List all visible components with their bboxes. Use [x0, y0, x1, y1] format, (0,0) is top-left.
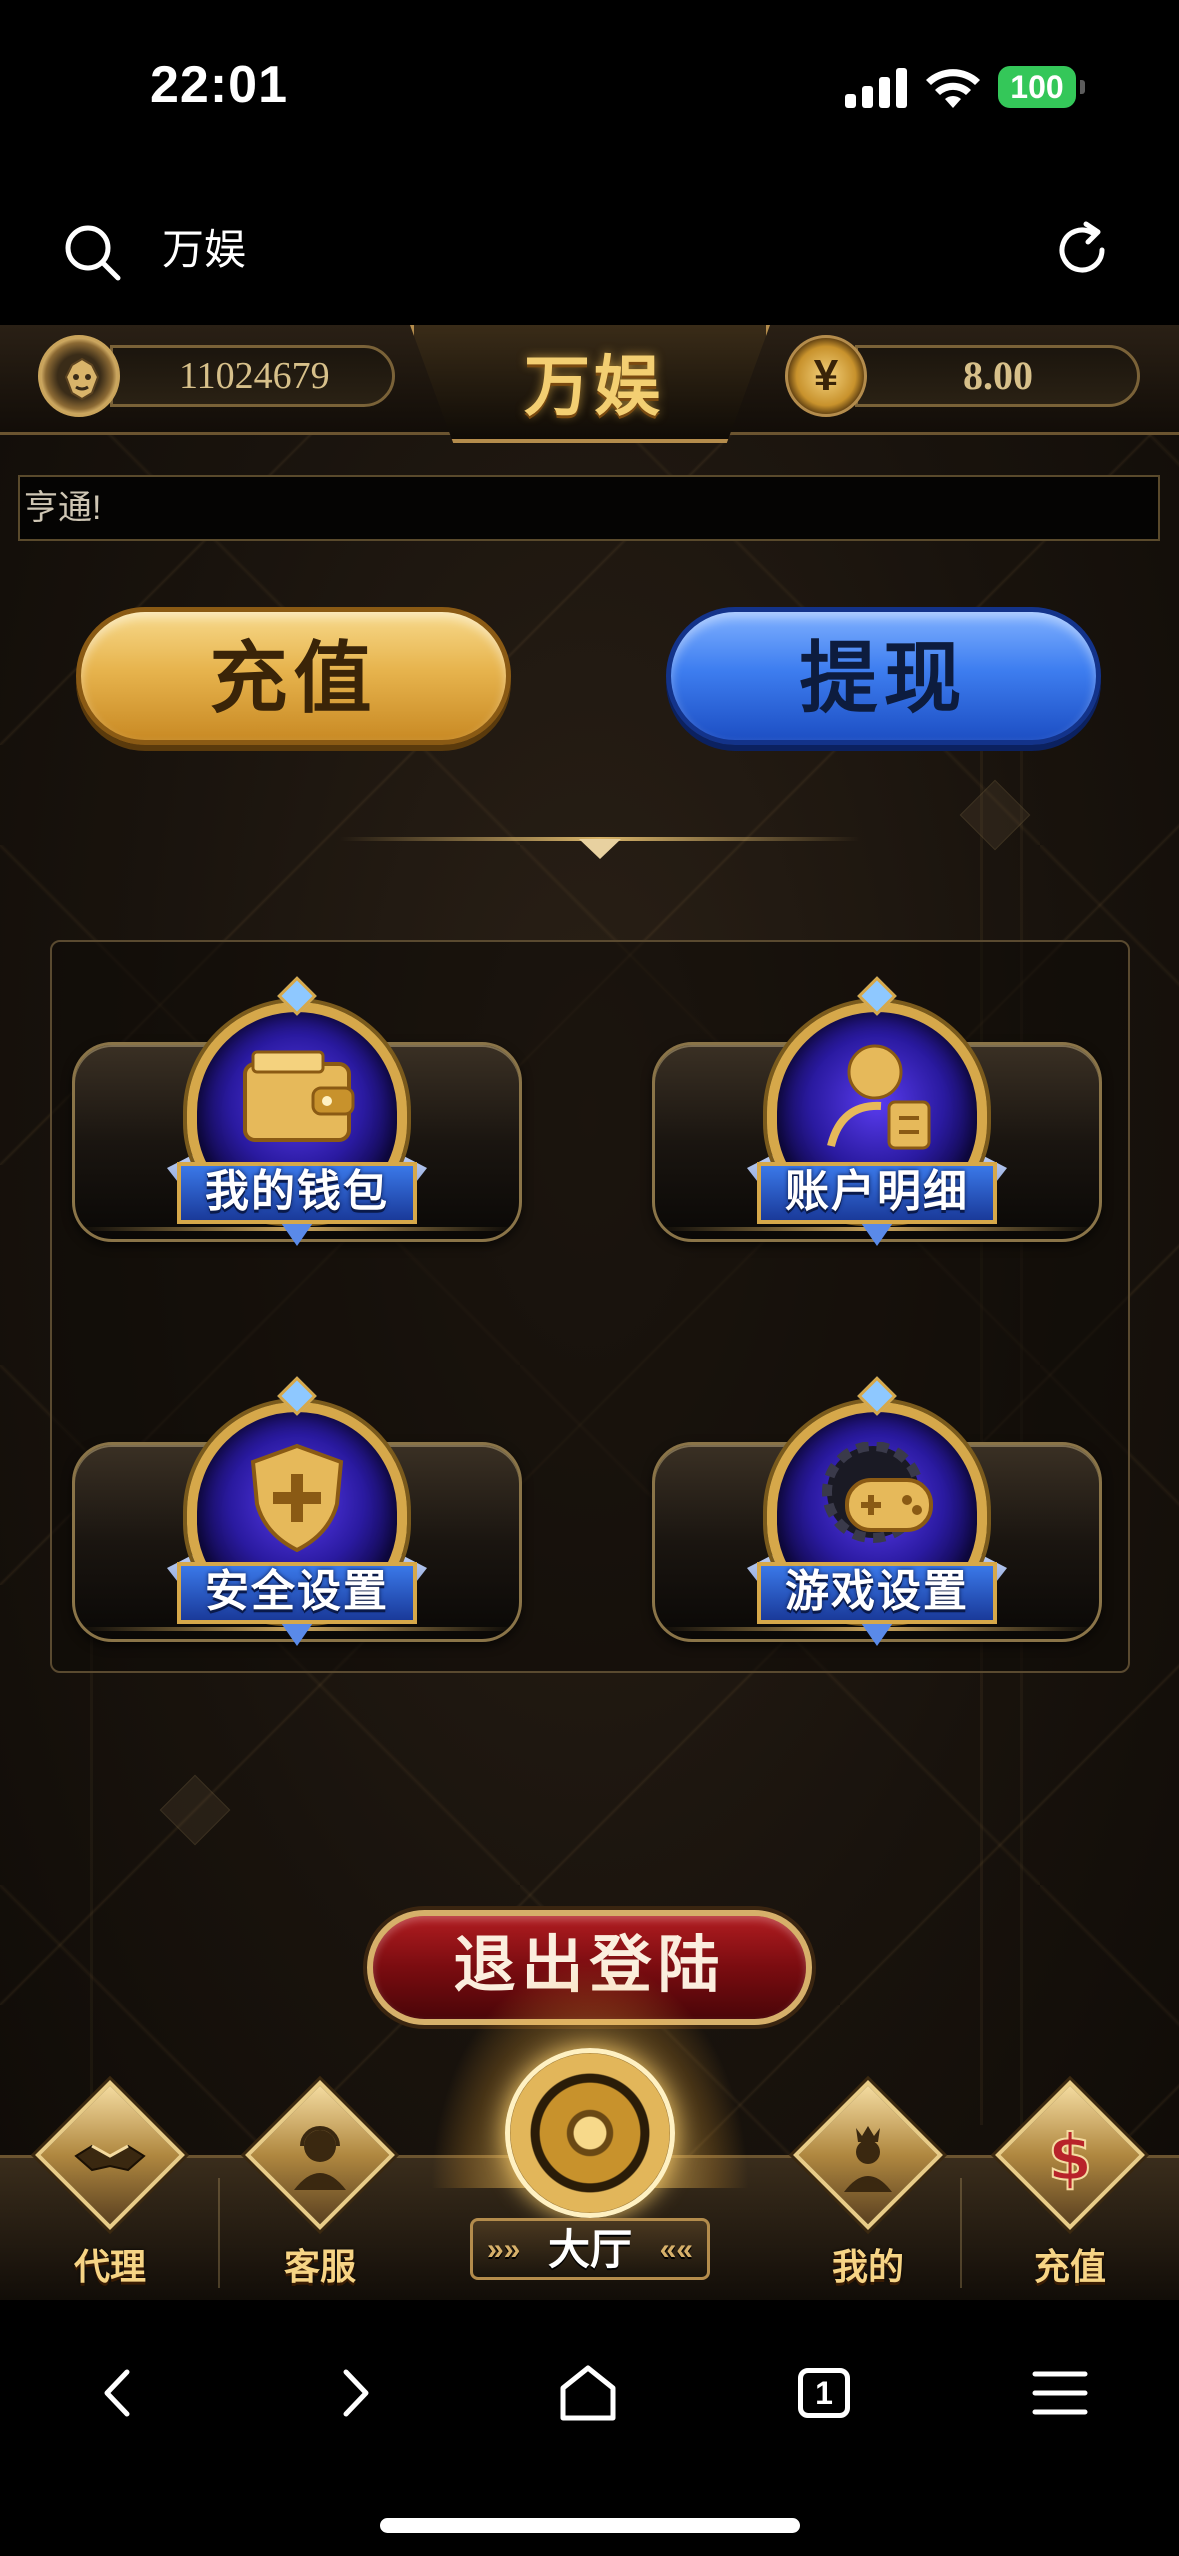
- tabs-button[interactable]: 1: [798, 2368, 868, 2438]
- withdraw-button[interactable]: 提现: [666, 607, 1101, 745]
- menu-icon[interactable]: [1025, 2358, 1095, 2428]
- security-shield-icon: [250, 1443, 344, 1552]
- menu-item-label: 游戏设置: [757, 1562, 997, 1624]
- nav-item-recharge[interactable]: $ 充值: [975, 2080, 1145, 2300]
- nav-label: 客服: [283, 2246, 356, 2287]
- handshake-icon: [74, 2144, 146, 2172]
- menu-badge: 我的钱包: [167, 976, 427, 1262]
- menu-item-game-settings[interactable]: 游戏设置: [652, 1376, 1102, 1646]
- tab-count: 1: [798, 2368, 850, 2418]
- forward-icon[interactable]: [318, 2358, 388, 2428]
- game-screen: 11024679 万娱 8.00 ¥ 亨通! 充值 提现 我的钱包 账户明细 安…: [0, 325, 1179, 2300]
- menu-item-label: 安全设置: [177, 1562, 417, 1624]
- roulette-icon: [505, 2048, 675, 2218]
- yuan-coin-icon: ¥: [785, 335, 867, 417]
- nav-item-agent[interactable]: 代理: [15, 2080, 185, 2300]
- chevrons-icon: ««: [659, 2233, 693, 2266]
- browser-address-bar: 万娱: [0, 170, 1179, 325]
- user-id: 11024679: [179, 355, 330, 397]
- nav-label: 充值: [1033, 2246, 1106, 2287]
- nav-hall-label-box: »» 大厅 ««: [470, 2218, 710, 2280]
- menu-panel: 我的钱包 账户明细 安全设置 游戏设置: [50, 940, 1130, 1673]
- back-icon[interactable]: [85, 2358, 155, 2428]
- account-details-icon: [827, 1044, 931, 1150]
- lion-emblem-icon: [64, 357, 100, 401]
- gamepad-gear-icon: [822, 1442, 933, 1543]
- search-icon[interactable]: [62, 222, 122, 282]
- chevrons-icon: »»: [487, 2233, 521, 2266]
- nav-label: 我的: [831, 2246, 904, 2287]
- battery-indicator: 100: [998, 66, 1085, 108]
- signal-icon: [845, 68, 907, 108]
- avatar[interactable]: [38, 335, 120, 417]
- home-icon[interactable]: [553, 2358, 623, 2428]
- nav-label: 代理: [73, 2246, 146, 2287]
- status-time: 22:01: [150, 56, 288, 114]
- menu-badge: 账户明细: [747, 976, 1007, 1262]
- profile-icon: [844, 2126, 892, 2192]
- menu-item-wallet[interactable]: 我的钱包: [72, 976, 522, 1246]
- browser-toolbar: 1: [0, 2300, 1179, 2556]
- marquee-text: 亨通!: [24, 489, 102, 527]
- logo-text: 万娱: [524, 347, 664, 425]
- balance-pill: 8.00: [855, 345, 1140, 407]
- page-title[interactable]: 万娱: [162, 222, 246, 278]
- menu-item-security[interactable]: 安全设置: [72, 1376, 522, 1646]
- home-indicator[interactable]: [380, 2518, 800, 2533]
- dollar-icon: $: [1047, 2121, 1094, 2196]
- menu-badge: 游戏设置: [747, 1376, 1007, 1662]
- nav-item-support[interactable]: 客服: [225, 2080, 395, 2300]
- nav-label: 大厅: [547, 2226, 632, 2273]
- wifi-icon: [926, 69, 980, 108]
- nav-item-profile[interactable]: 我的: [773, 2080, 943, 2300]
- game-header: 11024679 万娱 8.00 ¥: [0, 325, 1179, 443]
- game-logo: 万娱: [410, 325, 770, 443]
- divider-arrow-icon: [579, 839, 621, 859]
- recharge-button[interactable]: 充值: [76, 607, 511, 745]
- game-bottom-nav: 代理 客服 »» 大厅 «« 我的 $ 充值: [0, 1958, 1179, 2300]
- status-bar: 22:01 100: [0, 0, 1179, 170]
- menu-badge: 安全设置: [167, 1376, 427, 1662]
- menu-item-account-details[interactable]: 账户明细: [652, 976, 1102, 1246]
- menu-item-label: 我的钱包: [177, 1162, 417, 1224]
- wallet-icon: [243, 1050, 355, 1142]
- menu-item-label: 账户明细: [757, 1162, 997, 1224]
- balance-amount: 8.00: [963, 353, 1033, 398]
- announcement-marquee: 亨通!: [18, 475, 1160, 541]
- user-id-pill: 11024679: [110, 345, 395, 407]
- nav-separator: [218, 2178, 220, 2288]
- reload-icon[interactable]: [1052, 220, 1112, 280]
- decor-diamond: [159, 1774, 231, 1846]
- svg-text:$: $: [1048, 2122, 1093, 2196]
- support-agent-icon: [294, 2126, 346, 2190]
